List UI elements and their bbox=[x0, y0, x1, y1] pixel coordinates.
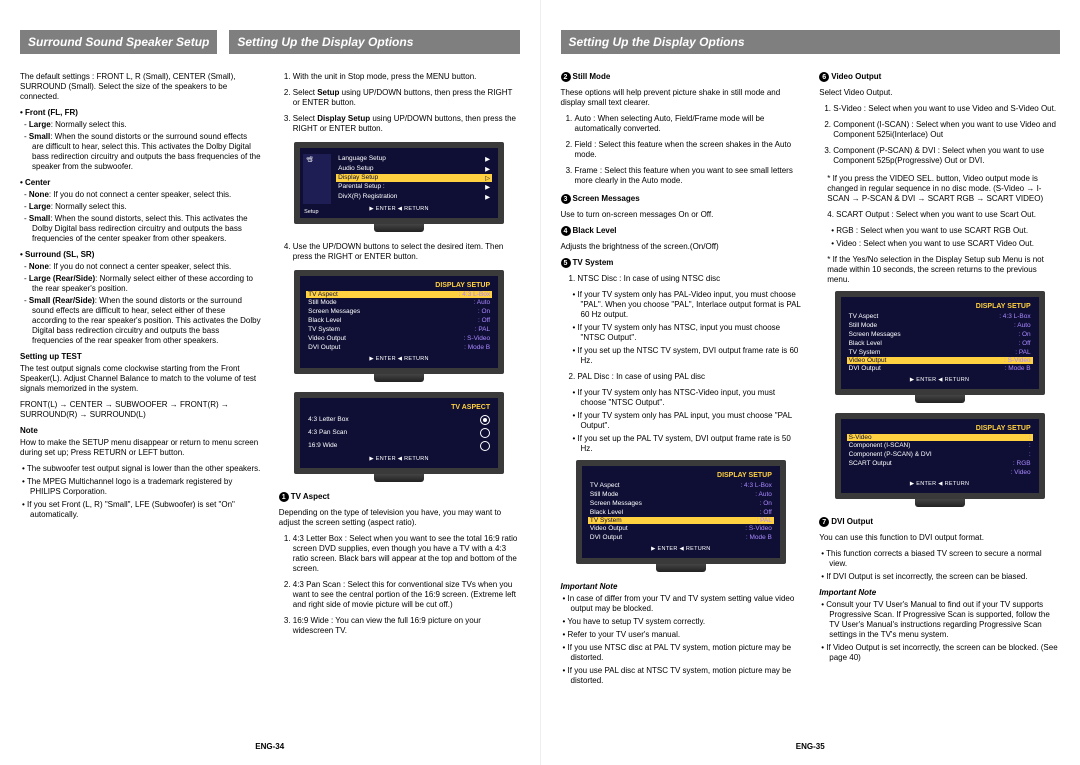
osd-tvsystem: DISPLAY SETUP TV Aspect: 4:3 L-BoxStill … bbox=[576, 460, 786, 572]
front-heading: • Front (FL, FR) bbox=[20, 108, 261, 118]
center-heading: • Center bbox=[20, 178, 261, 188]
col-display-opts-a: 2Still Mode These options will help prev… bbox=[561, 72, 802, 736]
header-display-right: Setting Up the Display Options bbox=[561, 30, 1061, 54]
page-number-right: ENG-35 bbox=[561, 736, 1061, 751]
item-5-icon: 5 bbox=[561, 258, 571, 268]
osd-setup-menu: 📽 Setup Language Setup▶ Audio Setup▶ Dis… bbox=[294, 142, 504, 232]
note-desc: How to make the SETUP menu disappear or … bbox=[20, 438, 261, 458]
osd-video-output: DISPLAY SETUP TV Aspect: 4:3 L-BoxStill … bbox=[835, 291, 1045, 403]
header-row-right: Setting Up the Display Options bbox=[561, 30, 1061, 54]
osd-video-output-sub: DISPLAY SETUP S-Video: Component (I-SCAN… bbox=[835, 413, 1045, 507]
page-number-left: ENG-34 bbox=[20, 736, 520, 751]
radio-on-icon bbox=[480, 415, 490, 425]
header-surround: Surround Sound Speaker Setup bbox=[20, 30, 217, 54]
still-list: Auto : When selecting Auto, Field/Frame … bbox=[561, 114, 802, 186]
center-list: None: If you do not connect a center spe… bbox=[20, 190, 261, 244]
page-right: Setting Up the Display Options 2Still Mo… bbox=[540, 0, 1080, 765]
video-output-list: S-Video : Select when you want to use Vi… bbox=[819, 104, 1060, 166]
item-6-icon: 6 bbox=[819, 72, 829, 82]
surround-heading: • Surround (SL, SR) bbox=[20, 250, 261, 260]
radio-off-icon bbox=[480, 441, 490, 451]
osd-display-setup: DISPLAY SETUP TV Aspect: 4:3 L-BoxStill … bbox=[294, 270, 504, 382]
osd-tv-aspect: TV ASPECT 4:3 Letter Box 4:3 Pan Scan 16… bbox=[294, 392, 504, 482]
pal-list: If your TV system only has NTSC-Video in… bbox=[561, 388, 802, 454]
item-1-icon: 1 bbox=[279, 492, 289, 502]
item-4-icon: 4 bbox=[561, 226, 571, 236]
front-list: Large: Large: Normally select this.Norma… bbox=[20, 120, 261, 172]
important-note-b: Consult your TV User's Manual to find ou… bbox=[819, 600, 1060, 663]
ntsc-list: If your TV system only has PAL-Video inp… bbox=[561, 290, 802, 366]
note-bullets: The subwoofer test output signal is lowe… bbox=[20, 464, 261, 520]
note-heading: Note bbox=[20, 426, 261, 436]
col-display-opts-b: 6Video Output Select Video Output. S-Vid… bbox=[819, 72, 1060, 736]
scart-list: RGB : Select when you want to use SCART … bbox=[819, 226, 1060, 249]
important-note-heading-a: Important Note bbox=[561, 582, 802, 592]
dvi-list: This function corrects a biased TV scree… bbox=[819, 549, 1060, 582]
radio-off-icon bbox=[480, 428, 490, 438]
surround-list: None: If you do not connect a center spe… bbox=[20, 262, 261, 346]
tv-aspect-heading: TV Aspect bbox=[291, 492, 330, 501]
header-row-left: Surround Sound Speaker Setup Setting Up … bbox=[20, 30, 520, 54]
item-7-icon: 7 bbox=[819, 517, 829, 527]
item-3-icon: 3 bbox=[561, 194, 571, 204]
tv-aspect-intro: Depending on the type of television you … bbox=[279, 508, 520, 528]
tv-aspect-options: 4:3 Letter Box : Select when you want to… bbox=[279, 534, 520, 636]
setup-step4: Use the UP/DOWN buttons to select the de… bbox=[279, 242, 520, 262]
important-note-a: In case of differ from your TV and TV sy… bbox=[561, 594, 802, 686]
col-display-steps: With the unit in Stop mode, press the ME… bbox=[279, 72, 520, 736]
test-desc: The test output signals come clockwise s… bbox=[20, 364, 261, 394]
col-surround: The default settings : FRONT L, R (Small… bbox=[20, 72, 261, 736]
page-left: Surround Sound Speaker Setup Setting Up … bbox=[0, 0, 540, 765]
test-heading: Setting up TEST bbox=[20, 352, 261, 362]
test-chain: FRONT(L) → CENTER → SUBWOOFER → FRONT(R)… bbox=[20, 400, 261, 420]
item-2-icon: 2 bbox=[561, 72, 571, 82]
important-note-heading-b: Important Note bbox=[819, 588, 1060, 598]
page-spread: Surround Sound Speaker Setup Setting Up … bbox=[0, 0, 1080, 765]
header-display-left: Setting Up the Display Options bbox=[229, 30, 519, 54]
intro: The default settings : FRONT L, R (Small… bbox=[20, 72, 261, 102]
setup-steps: With the unit in Stop mode, press the ME… bbox=[279, 72, 520, 134]
